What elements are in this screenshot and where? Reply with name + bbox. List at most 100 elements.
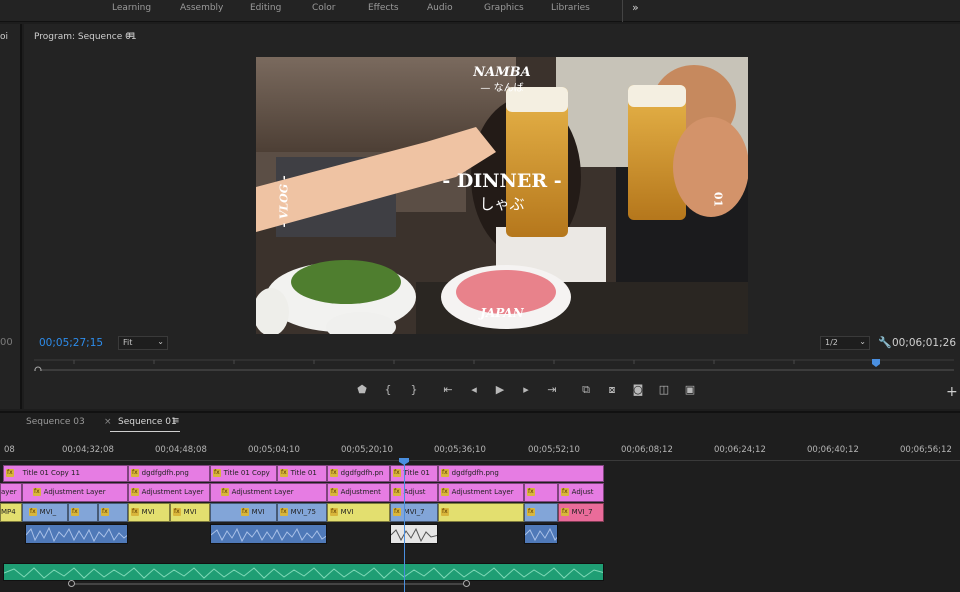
music-clip[interactable] [3,563,604,581]
marker-icon[interactable]: ⬟ [354,382,370,398]
wrench-icon[interactable]: 🔧 [878,336,892,349]
step-forward-icon[interactable]: ▸ [518,382,534,398]
audio-clip-selected[interactable] [390,524,438,544]
scrollbar-handle-left[interactable] [68,580,75,587]
video-clip[interactable]: fx MVI [128,503,170,522]
adjustment-layer-clip[interactable]: fx Adjustment Layer [22,483,128,502]
workspace-tab-graphics[interactable]: Graphics [484,3,524,13]
timeline-scrollbar[interactable] [70,583,470,585]
waveform [26,526,127,543]
mark-in-icon[interactable]: { [380,382,396,398]
audio-clip[interactable] [524,524,558,544]
mark-out-icon[interactable]: } [406,382,422,398]
waveform [211,527,326,543]
overlay-bottom: JAPAN [480,306,524,320]
video-clip[interactable]: fx MVI_7 [390,503,438,522]
title-clip[interactable]: fx Title 01 Copy 11 [3,465,128,482]
double-chevron-right-icon[interactable]: » [632,1,639,14]
play-icon[interactable]: ▶ [492,382,508,398]
overlay-left-vertical: - VLOG - [277,175,291,228]
adjustment-layer-clip[interactable]: fx Adjustment Layer [210,483,327,502]
divider [622,0,623,22]
tab-sequence-03[interactable]: Sequence 03 [26,417,85,427]
workspace-tab-libraries[interactable]: Libraries [551,3,590,13]
video-clip[interactable]: fx [524,503,558,522]
add-button-icon[interactable]: + [946,384,958,400]
workspace-tab-color[interactable]: Color [312,3,336,13]
overlay-top-title: NAMBA [473,65,531,80]
ruler-label: 00;06;08;12 [621,445,673,455]
resolution-dropdown[interactable]: 1/2 ⌄ [820,336,870,350]
current-timecode[interactable]: 00;05;27;15 [39,337,103,349]
ruler-label: 00;05;20;10 [341,445,393,455]
comparison-view-icon[interactable]: ◫ [656,382,672,398]
hamburger-menu-icon[interactable]: ≡ [126,30,134,41]
overwrite-icon[interactable]: ⧇ [604,382,620,398]
track-v3: fx Title 01 Copy 11 fx dgdfgdfh.png fx Titl… [0,465,960,482]
program-panel-title[interactable]: Program: Sequence 01 [34,32,137,42]
title-clip[interactable]: fx Title 01 Copy [210,465,277,482]
insert-icon[interactable]: ⧉ [578,382,594,398]
step-back-icon[interactable]: ◂ [466,382,482,398]
ruler-label: 08 [4,445,15,455]
program-time-ruler[interactable] [34,359,954,371]
workspace-tab-effects[interactable]: Effects [368,3,399,13]
program-monitor: Program: Sequence 01 ≡ NAMBA — なんば - DIN… [24,24,960,409]
tab-sequence-01[interactable]: Sequence 01 [118,417,177,427]
ruler-baseline [0,460,960,461]
timeline-panel: Sequence 03 × Sequence 01 ≡ 08 00;04;32;… [0,411,960,592]
active-tab-underline [110,431,180,432]
close-icon[interactable]: × [104,417,112,427]
workspace-bar: Learning Assembly Editing Color Effects … [0,0,960,22]
image-clip[interactable]: fx dgdfgdfh.png [128,465,210,482]
fit-dropdown[interactable]: Fit ⌄ [118,336,168,350]
image-clip[interactable]: fx dgdfgdfh.png [438,465,604,482]
playhead-line[interactable] [404,458,405,592]
video-clip[interactable]: fx [438,503,524,522]
workspace-tab-learning[interactable]: Learning [112,3,151,13]
timeline-ruler[interactable]: 08 00;04;32;08 00;04;48;08 00;05;04;10 0… [0,441,960,461]
video-clip[interactable]: fx MVI_75 [277,503,327,522]
go-to-out-icon[interactable]: ⇥ [544,382,560,398]
video-clip[interactable]: MP4 [0,503,22,522]
adjustment-layer-clip[interactable]: fx Adjustment [327,483,390,502]
track-v2: ayer fx Adjustment Layer fx Adjustment Lay… [0,483,960,502]
audio-clip[interactable] [210,524,327,544]
export-frame-icon[interactable]: ◙ [630,382,646,398]
adjustment-layer-clip[interactable]: fx Adjust [390,483,438,502]
ruler-label: 00;05;04;10 [248,445,300,455]
video-clip[interactable]: fx MVI [210,503,277,522]
timecode-fragment: 00 [0,337,13,348]
video-clip[interactable]: fx MVI_ [22,503,68,522]
overlay-center-subtitle: しゃぶ [479,195,525,213]
fit-value: Fit [123,338,133,347]
workspace-tab-assembly[interactable]: Assembly [180,3,223,13]
ruler-label: 00;06;24;12 [714,445,766,455]
hamburger-menu-icon[interactable]: ≡ [172,416,180,426]
video-clip[interactable]: fx MVI_7 [558,503,604,522]
ruler-label: 00;04;32;08 [62,445,114,455]
adjustment-layer-clip[interactable]: fx [524,483,558,502]
video-clip[interactable]: fx MVI [170,503,210,522]
adjustment-layer-clip[interactable]: fx Adjust [558,483,604,502]
waveform [525,527,557,542]
title-clip[interactable]: fx Title 01 [277,465,327,482]
title-clip[interactable]: fx Title 01 [390,465,438,482]
scrollbar-handle-right[interactable] [463,580,470,587]
waveform [391,527,437,543]
image-clip[interactable]: fx dgdfgdfh.pn [327,465,390,482]
adjustment-layer-clip[interactable]: fx Adjustment Layer [438,483,524,502]
workspace-tab-audio[interactable]: Audio [427,3,453,13]
video-clip[interactable]: fx [68,503,98,522]
ruler-label: 00;04;48;08 [155,445,207,455]
go-to-in-icon[interactable]: ⇤ [440,382,456,398]
multi-camera-icon[interactable]: ▣ [682,382,698,398]
video-frame[interactable]: NAMBA — なんば - DINNER - しゃぶ - VLOG - 01 J… [256,57,748,334]
adjustment-layer-clip[interactable]: ayer [0,483,22,502]
video-clip[interactable]: fx MVI [327,503,390,522]
workspace-tab-editing[interactable]: Editing [250,3,281,13]
video-clip[interactable]: fx [98,503,128,522]
adjustment-layer-clip[interactable]: fx Adjustment Layer [128,483,210,502]
audio-clip[interactable] [25,524,128,544]
track-a2 [0,563,960,581]
